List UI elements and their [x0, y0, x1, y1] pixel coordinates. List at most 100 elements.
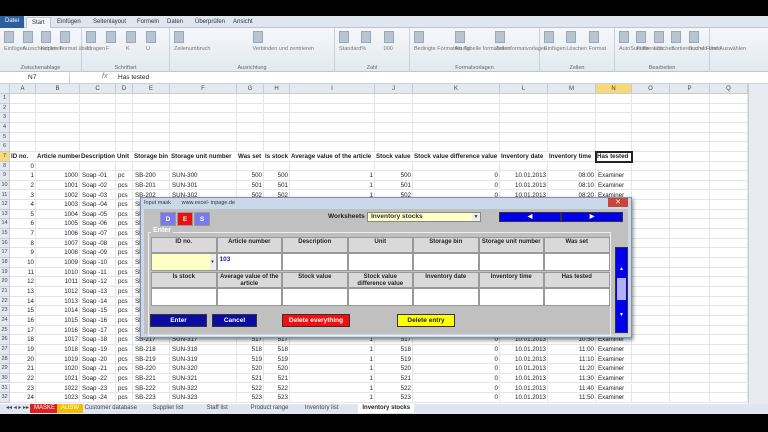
cell[interactable]: [710, 393, 748, 403]
ribbon-tab-seitenlayout[interactable]: Seitenlayout: [88, 17, 131, 28]
data-cell[interactable]: 518: [264, 345, 290, 355]
cell[interactable]: [264, 161, 290, 172]
data-cell[interactable]: pcs: [116, 229, 133, 239]
cell[interactable]: [548, 94, 596, 104]
data-cell[interactable]: 1014: [36, 306, 80, 316]
column-header-B[interactable]: B: [36, 84, 80, 94]
cell[interactable]: [710, 142, 748, 152]
vertical-scrollbar[interactable]: [748, 84, 768, 404]
data-cell[interactable]: 0: [413, 345, 500, 355]
cell[interactable]: [133, 103, 170, 114]
data-cell[interactable]: SB-219: [133, 355, 170, 365]
data-cell[interactable]: pcs: [116, 306, 133, 316]
cell[interactable]: [670, 287, 710, 297]
row-header[interactable]: 30: [0, 373, 10, 384]
cell[interactable]: [710, 103, 748, 114]
cell[interactable]: [237, 122, 264, 133]
cell[interactable]: [710, 373, 748, 384]
cell[interactable]: [133, 132, 170, 143]
data-cell[interactable]: 1001: [36, 181, 80, 191]
cell[interactable]: [632, 393, 670, 403]
cell[interactable]: [80, 122, 116, 133]
cell[interactable]: [116, 94, 133, 104]
data-cell[interactable]: Soap -14: [80, 297, 116, 307]
data-cell[interactable]: 10.01.2013: [500, 181, 548, 191]
data-cell[interactable]: 521: [264, 374, 290, 384]
data-cell[interactable]: 520: [237, 364, 264, 374]
data-cell[interactable]: 1022: [36, 384, 80, 394]
cell[interactable]: [710, 190, 748, 201]
cell[interactable]: [710, 229, 748, 239]
cell[interactable]: [632, 258, 670, 268]
data-cell[interactable]: Soap -07: [80, 229, 116, 239]
data-cell[interactable]: SB-200: [133, 171, 170, 181]
field-input-stock-value[interactable]: [282, 288, 348, 306]
cell[interactable]: [670, 132, 710, 143]
data-cell[interactable]: 10.01.2013: [500, 393, 548, 403]
cell[interactable]: [710, 306, 748, 316]
column-header-D[interactable]: D: [116, 84, 133, 94]
cell[interactable]: [116, 103, 133, 114]
cell[interactable]: [710, 258, 748, 268]
row-header[interactable]: 29: [0, 364, 10, 374]
scroll-down-icon[interactable]: ▼: [616, 312, 627, 318]
column-header-M[interactable]: M: [548, 84, 596, 94]
cell[interactable]: [632, 171, 670, 181]
data-cell[interactable]: 11:50: [548, 393, 596, 403]
data-cell[interactable]: 518: [375, 345, 413, 355]
data-cell[interactable]: 16: [10, 316, 36, 326]
cell[interactable]: [596, 161, 632, 172]
row-header[interactable]: 1: [0, 94, 10, 104]
delete-entry-button[interactable]: Delete entry: [397, 314, 455, 327]
data-cell[interactable]: 522: [375, 384, 413, 394]
column-header-C[interactable]: C: [80, 84, 116, 94]
cell[interactable]: [170, 132, 237, 143]
row-header[interactable]: 16: [0, 238, 10, 249]
data-cell[interactable]: pcs: [116, 181, 133, 191]
data-cell[interactable]: pcs: [116, 374, 133, 384]
cell[interactable]: [36, 142, 80, 152]
cell[interactable]: [133, 142, 170, 152]
data-cell[interactable]: pcs: [116, 210, 133, 220]
data-cell[interactable]: 1009: [36, 258, 80, 268]
data-cell[interactable]: 11:00: [548, 345, 596, 355]
cell[interactable]: [10, 113, 36, 123]
row-header[interactable]: 9: [0, 171, 10, 181]
formula-input[interactable]: Has tested: [118, 73, 149, 83]
cell[interactable]: [375, 94, 413, 104]
data-cell[interactable]: pcs: [116, 384, 133, 394]
data-cell[interactable]: pcs: [116, 316, 133, 326]
ribbon-tab-formeln[interactable]: Formeln: [132, 17, 164, 28]
ribbon-item[interactable]: K: [126, 46, 130, 52]
cell[interactable]: [500, 103, 548, 114]
data-cell[interactable]: Soap -15: [80, 306, 116, 316]
data-cell[interactable]: SUN-323: [170, 393, 237, 403]
cell[interactable]: [670, 364, 710, 374]
data-cell[interactable]: 0: [413, 181, 500, 191]
column-header-E[interactable]: E: [133, 84, 170, 94]
data-cell[interactable]: SB-218: [133, 345, 170, 355]
chevron-down-icon[interactable]: ▾: [209, 254, 216, 270]
data-cell[interactable]: 1015: [36, 316, 80, 326]
sheet-nav-arrows[interactable]: ◂◂ ◂ ▸ ▸▸: [2, 404, 33, 413]
cell[interactable]: [710, 219, 748, 230]
cell[interactable]: [632, 122, 670, 133]
data-cell[interactable]: pcs: [116, 268, 133, 278]
header-cell[interactable]: Storage bin: [133, 151, 170, 162]
data-cell[interactable]: pcs: [116, 258, 133, 268]
cell[interactable]: [375, 142, 413, 152]
data-cell[interactable]: Soap -19: [80, 345, 116, 355]
data-cell[interactable]: pcs: [116, 277, 133, 287]
data-cell[interactable]: 4: [10, 200, 36, 210]
data-cell[interactable]: SB-201: [133, 181, 170, 191]
data-cell[interactable]: 2: [10, 181, 36, 191]
header-cell[interactable]: Stock value: [375, 151, 413, 162]
row-header[interactable]: 31: [0, 383, 10, 394]
data-cell[interactable]: 1021: [36, 374, 80, 384]
data-cell[interactable]: 1006: [36, 229, 80, 239]
cell[interactable]: [710, 267, 748, 278]
row-header[interactable]: 14: [0, 219, 10, 230]
row-header[interactable]: 15: [0, 229, 10, 239]
data-cell[interactable]: Soap -23: [80, 384, 116, 394]
data-cell[interactable]: Soap -04: [80, 200, 116, 210]
